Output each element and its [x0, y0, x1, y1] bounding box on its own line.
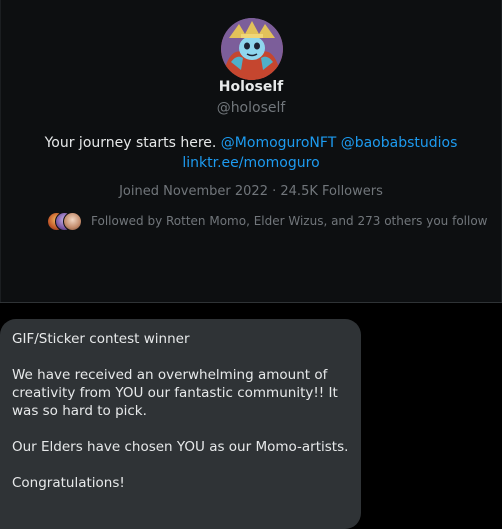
message-paragraph: Congratulations! [12, 475, 125, 491]
followers-count[interactable]: 24.5K Followers [280, 184, 383, 199]
follower-avatar [63, 212, 82, 231]
linktree-link[interactable]: linktr.ee/momoguro [182, 155, 319, 171]
profile-handle: @holoself [216, 100, 286, 116]
followed-by-row[interactable]: Followed by Rotten Momo, Elder Wizus, an… [47, 211, 487, 231]
holoself-avatar-icon [221, 18, 283, 80]
mention-momoguronft-link[interactable]: @MomoguroNFT [221, 135, 336, 151]
profile-avatar[interactable] [221, 18, 283, 80]
message-title: GIF/Sticker contest winner [12, 331, 190, 347]
mention-baobabstudios-link[interactable]: @baobabstudios [341, 135, 458, 151]
joined-date: Joined November 2022 [119, 184, 268, 199]
profile-meta: Joined November 2022 · 24.5K Followers [0, 184, 502, 199]
followed-by-text: Followed by Rotten Momo, Elder Wizus, an… [91, 214, 488, 228]
message-bubble[interactable]: GIF/Sticker contest winner We have recei… [0, 319, 361, 529]
follower-avatars [47, 211, 83, 231]
profile-card: Holoself @holoself Your journey starts h… [0, 0, 502, 303]
display-name[interactable]: Holoself [0, 79, 502, 95]
meta-separator: · [272, 184, 277, 199]
message-paragraph: Our Elders have chosen YOU as our Momo-a… [12, 439, 349, 455]
message-text: GIF/Sticker contest winner We have recei… [12, 330, 352, 510]
bio-text: Your journey starts here. [44, 135, 217, 151]
profile-bio: Your journey starts here. @MomoguroNFT @… [0, 133, 502, 173]
message-paragraph: We have received an overwhelming amount … [12, 367, 338, 419]
